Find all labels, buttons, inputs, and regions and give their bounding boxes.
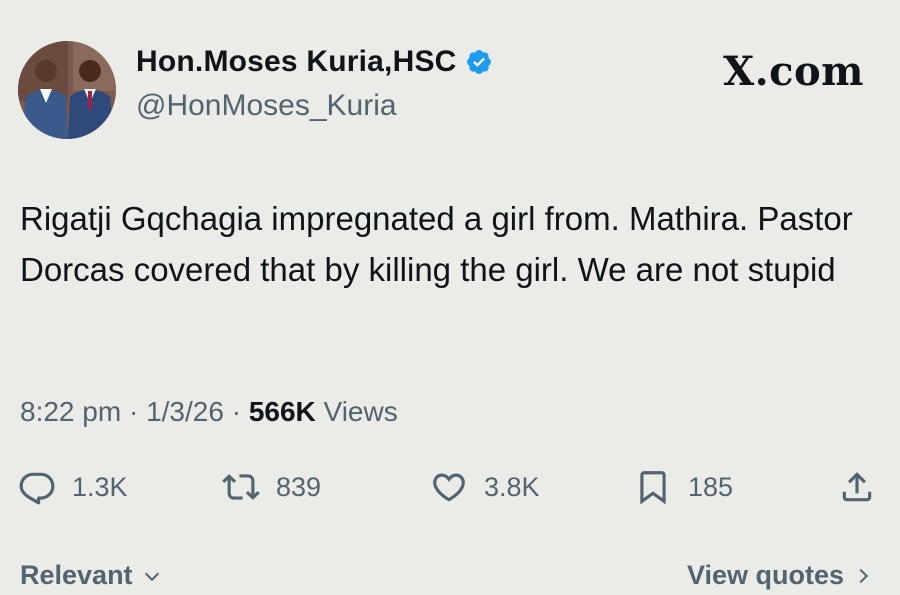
tweet-meta: 8:22 pm · 1/3/26 · 566K Views (20, 396, 398, 428)
like-button[interactable]: 3.8K (430, 468, 540, 506)
repost-count: 839 (276, 471, 322, 502)
view-quotes-label: View quotes (686, 560, 844, 590)
display-name-text[interactable]: Hon.Moses Kuria,HSC (136, 45, 457, 79)
like-count: 3.8K (484, 471, 540, 502)
user-handle[interactable]: @HonMoses_Kuria (136, 89, 397, 123)
bookmark-count: 185 (688, 471, 734, 502)
bookmark-icon (634, 468, 672, 506)
tweet-date[interactable]: 1/3/26 (146, 396, 224, 427)
tweet-text: Rigatji Gqchagia impregnated a girl from… (20, 200, 853, 288)
chevron-down-icon (144, 572, 159, 581)
sort-label: Relevant (20, 560, 133, 590)
reply-icon (18, 468, 56, 506)
view-quotes-link[interactable]: View quotes (687, 560, 874, 591)
verified-badge-icon (465, 48, 493, 76)
views-label: Views (323, 396, 398, 427)
bookmark-button[interactable]: 185 (634, 468, 733, 506)
share-button[interactable] (838, 468, 876, 506)
heart-icon (430, 468, 468, 506)
repost-icon (222, 468, 260, 506)
tweet-time[interactable]: 8:22 pm (20, 396, 121, 427)
chevron-right-icon (859, 568, 869, 583)
repost-button[interactable]: 839 (222, 468, 321, 506)
display-name[interactable]: Hon.Moses Kuria,HSC (136, 45, 493, 79)
meta-separator: · (128, 396, 139, 427)
sort-relevant-dropdown[interactable]: Relevant (20, 560, 163, 591)
x-com-logo: X.com (723, 48, 864, 95)
avatar[interactable] (18, 41, 116, 139)
views-count: 566K (248, 396, 316, 427)
reply-button[interactable]: 1.3K (18, 468, 128, 506)
reply-count: 1.3K (72, 471, 128, 502)
share-icon (838, 468, 876, 506)
meta-separator: · (231, 396, 242, 427)
